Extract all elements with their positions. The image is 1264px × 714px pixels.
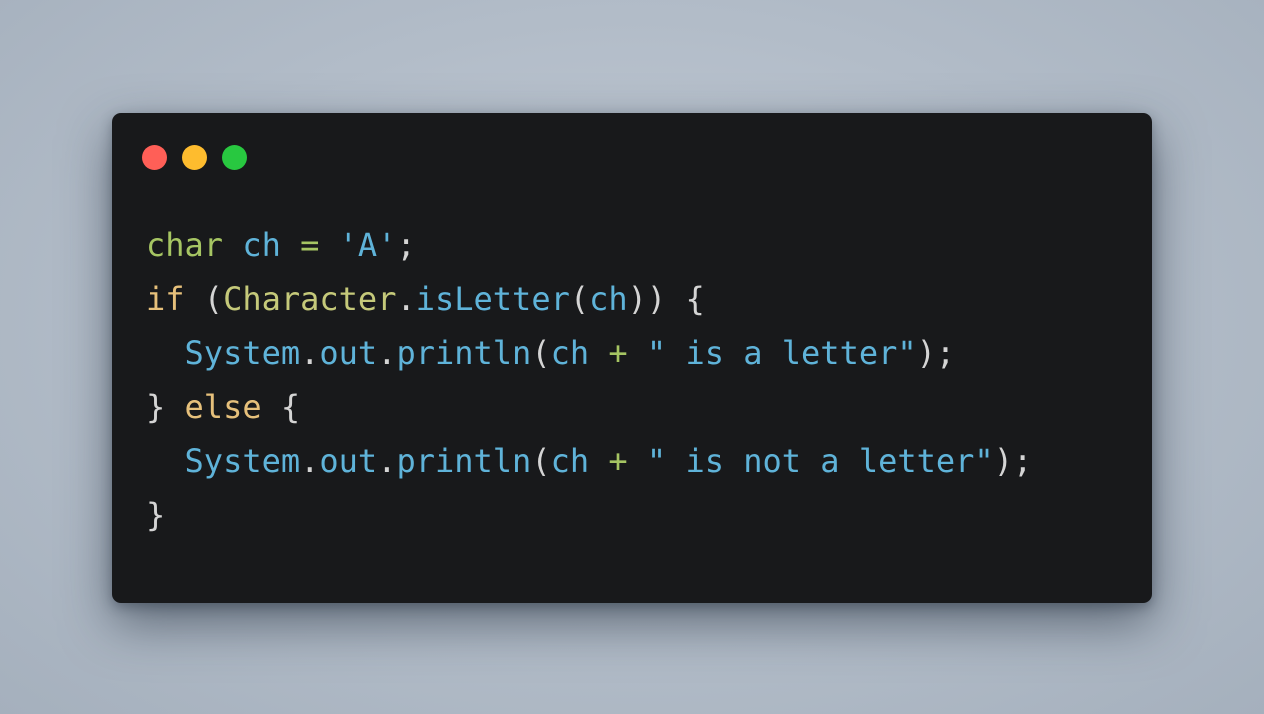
code-token: = bbox=[280, 226, 339, 264]
code-token: } bbox=[146, 496, 166, 534]
code-token: ; bbox=[396, 226, 416, 264]
code-token: else bbox=[184, 388, 262, 426]
code-token: ( bbox=[184, 280, 224, 318]
code-block: char ch = 'A'; if (Character.isLetter(ch)… bbox=[146, 218, 1032, 542]
code-token: ( bbox=[531, 334, 551, 372]
code-token: System bbox=[184, 334, 301, 372]
code-token: if bbox=[146, 280, 185, 318]
code-line: System.out.println(ch + " is a letter"); bbox=[146, 326, 1032, 380]
code-token: )) { bbox=[627, 280, 705, 318]
code-line: if (Character.isLetter(ch)) { bbox=[146, 272, 1032, 326]
code-token: isLetter bbox=[415, 280, 570, 318]
code-token: . bbox=[396, 280, 416, 318]
code-token: 'A' bbox=[338, 226, 397, 264]
code-line: System.out.println(ch + " is not a lette… bbox=[146, 434, 1033, 488]
code-token: println bbox=[396, 334, 532, 372]
code-token: println bbox=[396, 442, 532, 480]
code-token: Character bbox=[223, 280, 397, 318]
code-token: + bbox=[589, 442, 647, 480]
code-token: " is not a letter" bbox=[646, 442, 994, 480]
code-token: out bbox=[319, 442, 378, 480]
code-token: out bbox=[319, 334, 378, 372]
code-token: char bbox=[146, 226, 224, 264]
minimize-button[interactable] bbox=[182, 145, 207, 170]
code-line: } bbox=[146, 488, 1032, 542]
code-token: ); bbox=[993, 442, 1033, 480]
code-token: . bbox=[377, 442, 397, 480]
maximize-button[interactable] bbox=[222, 145, 247, 170]
code-token: " is a letter" bbox=[646, 334, 917, 372]
code-window: char ch = 'A'; if (Character.isLetter(ch)… bbox=[112, 113, 1152, 603]
code-token: . bbox=[377, 334, 397, 372]
code-token: } bbox=[146, 388, 185, 426]
code-line: char ch = 'A'; bbox=[146, 218, 1032, 272]
code-token: ch bbox=[589, 280, 628, 318]
code-token: . bbox=[300, 334, 320, 372]
code-line: } else { bbox=[146, 380, 1032, 434]
code-token: System bbox=[184, 442, 301, 480]
code-token: + bbox=[589, 334, 647, 372]
code-token: ); bbox=[916, 334, 956, 372]
code-token: ch bbox=[550, 334, 590, 372]
code-token: ( bbox=[569, 280, 590, 318]
window-controls bbox=[142, 145, 247, 170]
code-token: ( bbox=[531, 442, 551, 480]
code-token: ch bbox=[550, 442, 590, 480]
close-button[interactable] bbox=[142, 145, 167, 170]
code-token: . bbox=[300, 442, 320, 480]
code-token: ch bbox=[242, 226, 281, 264]
code-token: { bbox=[261, 388, 301, 426]
